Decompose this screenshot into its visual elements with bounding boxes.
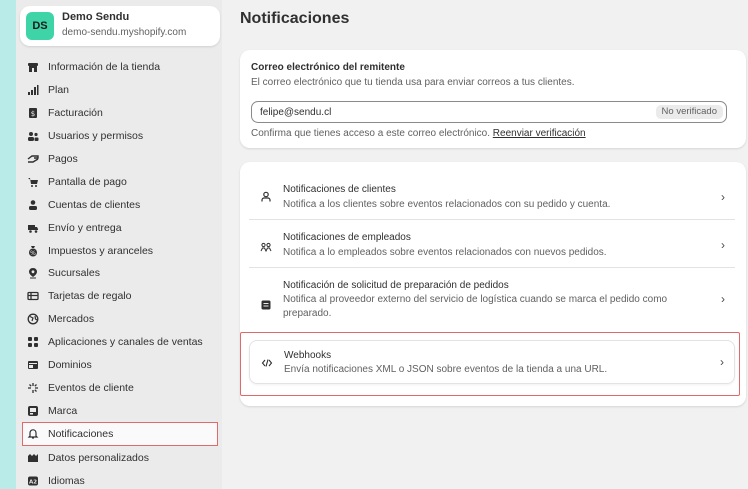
sidebar-item-label: Eventos de cliente [48,381,134,394]
row-title: Webhooks [284,350,332,361]
sidebar-item-locations[interactable]: Sucursales [16,262,222,285]
person-icon [259,190,273,204]
chevron-right-icon: › [721,190,725,204]
sidebar-item-taxes[interactable]: % Impuestos y aranceles [16,239,222,262]
fulfillment-request-row[interactable]: Notificación de solicitud de preparación… [249,270,735,330]
row-description: Notifica a los clientes sobre eventos re… [283,199,611,210]
sidebar-item-label: Usuarios y permisos [48,130,144,143]
sidebar-item-markets[interactable]: Mercados [16,308,222,331]
apps-icon [26,335,40,349]
sidebar-item-payments[interactable]: Pagos [16,148,222,171]
main-content: Notificaciones Correo electrónico del re… [240,0,748,489]
truck-icon [26,221,40,235]
code-icon [260,356,274,370]
sender-email-description: El correo electrónico que tu tienda usa … [251,77,575,88]
data-icon [26,451,40,465]
customer-notifications-row[interactable]: Notificaciones de clientes Notifica a lo… [249,174,735,220]
sidebar-item-notifications[interactable]: Notificaciones [22,422,218,447]
payments-icon [26,152,40,166]
sidebar-item-plan[interactable]: Plan [16,79,222,102]
store-avatar: DS [26,12,54,40]
staff-notifications-row[interactable]: Notificaciones de empleados Notifica a l… [249,222,735,268]
chevron-right-icon: › [721,292,725,306]
sidebar-item-label: Marca [48,404,78,417]
resend-verification-link[interactable]: Reenviar verificación [493,128,586,139]
gift-card-icon [26,289,40,303]
customer-icon [26,198,40,212]
sidebar-item-label: Mercados [48,313,95,326]
store-domain: demo-sendu.myshopify.com [62,27,187,38]
sidebar-item-label: Información de la tienda [48,61,161,74]
tax-icon: % [26,244,40,258]
sidebar-item-label: Dominios [48,359,92,372]
staff-icon [259,240,273,254]
notifications-card: Notificaciones de clientes Notifica a lo… [240,162,746,406]
sidebar-item-customer-events[interactable]: Eventos de cliente [16,376,222,399]
billing-icon: $ [26,106,40,120]
sidebar-item-label: Aplicaciones y canales de ventas [48,336,203,349]
page-title: Notificaciones [240,10,350,27]
status-badge: No verificado [655,105,723,119]
app-frame: DS Demo Sendu demo-sendu.myshopify.com I… [16,0,748,489]
sidebar-item-label: Pagos [48,153,78,165]
row-title: Notificaciones de clientes [283,184,396,195]
sidebar-item-checkout[interactable]: Pantalla de pago [16,170,222,193]
chevron-right-icon: › [720,355,724,369]
cart-icon [26,175,40,189]
sidebar-item-custom-data[interactable]: Datos personalizados [16,446,222,469]
sender-email-card: Correo electrónico del remitente El corr… [240,50,746,148]
store-icon [26,60,40,74]
sidebar-item-billing[interactable]: $ Facturación [16,102,222,125]
sidebar-item-label: Envío y entrega [48,221,122,234]
sender-email-field[interactable]: felipe@sendu.cl No verificado [251,101,727,123]
sidebar-item-label: Plan [48,84,70,97]
sparkle-icon [26,381,40,395]
sender-email-help: Confirma que tienes acceso a este correo… [251,128,586,139]
webhooks-row[interactable]: Webhooks Envía notificaciones XML o JSON… [249,340,735,384]
location-pin-icon [26,266,40,280]
sender-email-help-text: Confirma que tienes acceso a este correo… [251,128,491,139]
sidebar-item-label: Notificaciones [48,428,114,441]
sidebar-item-apps[interactable]: Aplicaciones y canales de ventas [16,331,222,354]
sidebar-item-label: Cuentas de clientes [48,198,141,211]
sidebar-item-label: Facturación [48,107,103,120]
sidebar-item-users[interactable]: Usuarios y permisos [16,125,222,148]
chevron-right-icon: › [721,238,725,252]
sidebar-item-label: Tarjetas de regalo [48,290,132,303]
sidebar-item-gift-cards[interactable]: Tarjetas de regalo [16,285,222,308]
sidebar-item-store-info[interactable]: Información de la tienda [16,56,222,79]
brand-icon [26,404,40,418]
svg-text:A2: A2 [29,479,37,485]
users-icon [26,129,40,143]
fulfillment-icon [259,298,273,312]
sidebar-item-customer-accounts[interactable]: Cuentas de clientes [16,193,222,216]
globe-icon [26,312,40,326]
sidebar-item-label: Impuestos y aranceles [48,244,154,257]
bell-icon [26,427,40,441]
sender-email-value: felipe@sendu.cl [260,107,332,118]
plan-chart-icon [26,83,40,97]
row-title: Notificaciones de empleados [283,232,411,243]
domains-icon [26,358,40,372]
row-description: Envía notificaciones XML o JSON sobre ev… [284,364,608,375]
row-description: Notifica a lo empleados sobre eventos re… [283,247,607,258]
sidebar-item-shipping[interactable]: Envío y entrega [16,216,222,239]
sidebar-item-label: Pantalla de pago [48,175,127,188]
row-title: Notificación de solicitud de preparación… [283,280,509,291]
row-description: Notifica al proveedor externo del servic… [283,294,668,319]
sidebar-item-domains[interactable]: Dominios [16,354,222,377]
svg-text:%: % [30,250,36,257]
store-switcher[interactable]: DS Demo Sendu demo-sendu.myshopify.com [20,6,220,46]
settings-nav: Información de la tienda Plan $ Facturac… [16,56,222,489]
languages-icon: A2 [26,474,40,488]
sender-email-title: Correo electrónico del remitente [251,62,405,73]
sidebar-item-label: Sucursales [48,267,100,280]
store-name: Demo Sendu [62,11,130,23]
svg-text:$: $ [31,110,35,118]
settings-sidebar: DS Demo Sendu demo-sendu.myshopify.com I… [16,0,222,489]
sidebar-item-label: Datos personalizados [48,451,149,464]
sidebar-item-languages[interactable]: A2 Idiomas [16,469,222,489]
sidebar-item-brand[interactable]: Marca [16,399,222,422]
sidebar-item-label: Idiomas [48,474,85,487]
